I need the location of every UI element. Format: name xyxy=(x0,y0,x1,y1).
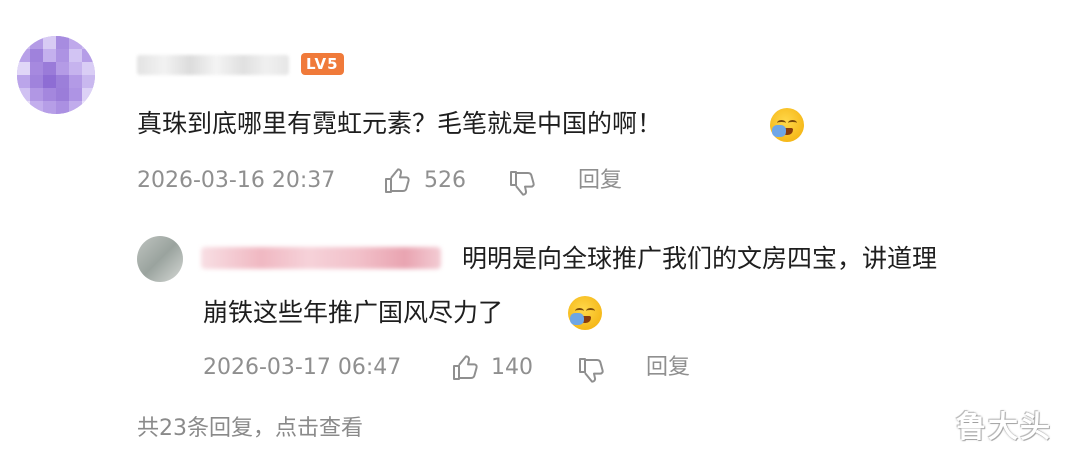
reply-timestamp: 2026-03-17 06:47 xyxy=(203,355,402,380)
facepalm-cry-emoji-icon xyxy=(770,108,804,142)
reply-like-count: 140 xyxy=(491,355,533,380)
avatar[interactable] xyxy=(17,36,95,114)
comment-text: 真珠到底哪里有霓虹元素？毛笔就是中国的啊！ xyxy=(137,109,663,138)
thumbs-up-icon[interactable] xyxy=(450,353,480,383)
comment-timestamp: 2026-03-16 20:37 xyxy=(137,168,336,193)
reply-reply-button[interactable]: 回复 xyxy=(646,353,690,383)
username-blurred[interactable] xyxy=(137,55,289,75)
level-badge: LV5 xyxy=(301,53,344,75)
thumbs-down-icon[interactable] xyxy=(576,355,606,385)
reply-text-line1: 明明是向全球推广我们的文房四宝，讲道理 xyxy=(462,244,938,273)
reply-button[interactable]: 回复 xyxy=(578,166,622,196)
reply-avatar[interactable] xyxy=(137,236,183,282)
thumbs-up-icon[interactable] xyxy=(382,166,412,196)
like-count: 526 xyxy=(424,168,466,193)
view-all-replies-link[interactable]: 共23条回复，点击查看 xyxy=(137,414,363,444)
facepalm-cry-emoji-icon xyxy=(568,296,602,330)
reply-text-line2: 崩铁这些年推广国风尽力了 xyxy=(203,298,504,327)
thumbs-down-icon[interactable] xyxy=(507,168,537,198)
watermark: 鲁大头 xyxy=(956,410,1052,445)
reply-username-blurred[interactable] xyxy=(201,247,441,269)
